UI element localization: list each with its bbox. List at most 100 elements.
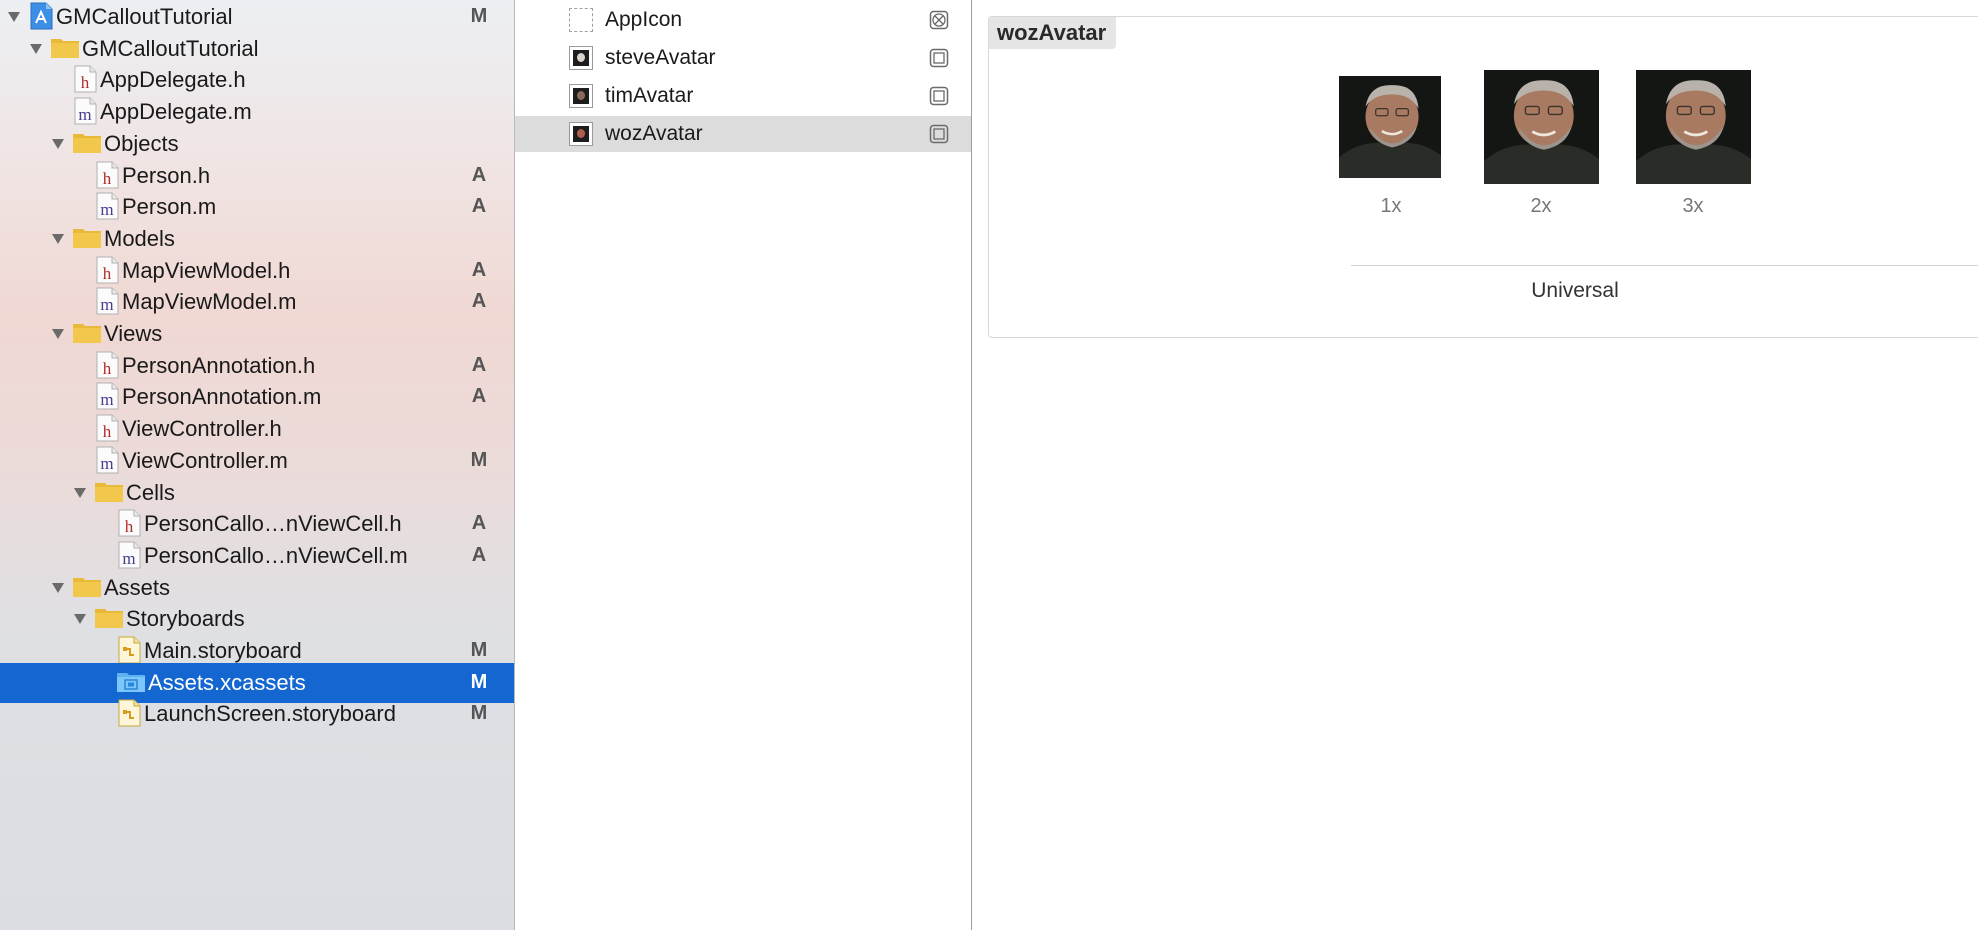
project-navigator: GMCalloutTutorial M GMCalloutTutorial h AppD… (0, 0, 515, 930)
disclosure-triangle-icon[interactable] (6, 9, 22, 25)
svg-text:m: m (122, 549, 135, 568)
svg-text:h: h (103, 359, 112, 378)
disclosure-triangle-icon[interactable] (50, 231, 66, 247)
image-set-panel: wozAvatar 1x 2x 3x Universal (988, 16, 1978, 338)
folder-icon (50, 35, 80, 59)
image-thumbnail (569, 46, 593, 70)
navigator-item-label: Cells (126, 480, 175, 505)
navigator-item-label: Assets.xcassets (148, 670, 306, 695)
folder-icon (72, 320, 102, 344)
source-control-status-badge: M (470, 639, 488, 661)
navigator-item-label: GMCalloutTutorial (82, 36, 259, 61)
disclosure-triangle-icon[interactable] (28, 41, 44, 57)
navigator-item-label: ViewController.h (122, 416, 282, 441)
svg-text:m: m (78, 105, 91, 124)
image-thumbnail (569, 84, 593, 108)
asset-name: AppIcon (605, 8, 683, 31)
implementation-file-icon: m (72, 97, 98, 125)
slot-1x-image[interactable] (1339, 76, 1441, 178)
source-control-status-badge: A (471, 512, 487, 534)
navigator-item-label: AppDelegate.h (100, 67, 246, 92)
implementation-file-icon: m (94, 446, 120, 474)
asset-row[interactable]: wozAvatar (515, 116, 971, 152)
svg-text:m: m (100, 200, 113, 219)
asset-row[interactable]: steveAvatar (515, 40, 971, 76)
svg-text:m: m (100, 390, 113, 409)
source-control-status-badge: M (470, 702, 488, 724)
source-control-status-badge: M (470, 449, 488, 471)
app-icon-placeholder-icon (569, 8, 593, 32)
asset-name: steveAvatar (605, 46, 716, 69)
storyboard-file-icon (116, 636, 142, 664)
navigator-item-label: PersonCallo…nViewCell.h (144, 511, 402, 536)
source-control-status-badge: A (471, 259, 487, 281)
navigator-item-label: PersonCallo…nViewCell.m (144, 543, 408, 568)
implementation-file-icon: m (94, 287, 120, 315)
svg-text:h: h (103, 422, 112, 441)
disclosure-triangle-icon[interactable] (50, 326, 66, 342)
navigator-item-label: AppDelegate.m (100, 99, 252, 124)
xcode-project-icon (28, 2, 54, 30)
slot-3x-image[interactable] (1636, 70, 1751, 184)
device-group-divider (1351, 265, 1978, 266)
navigator-item-label: LaunchScreen.storyboard (144, 701, 396, 726)
folder-icon (72, 574, 102, 598)
navigator-item-label: GMCalloutTutorial (56, 4, 233, 29)
navigator-item-label: MapViewModel.h (122, 258, 291, 283)
image-thumbnail (569, 122, 593, 146)
disclosure-triangle-icon[interactable] (50, 580, 66, 596)
svg-text:m: m (100, 295, 113, 314)
svg-text:h: h (125, 517, 134, 536)
navigator-item-label: Views (104, 321, 163, 346)
implementation-file-icon: m (94, 192, 120, 220)
folder-icon (72, 225, 102, 249)
image-set-icon (929, 124, 949, 144)
implementation-file-icon: m (94, 382, 120, 410)
slot-2x-image[interactable] (1484, 70, 1599, 184)
source-control-status-badge: M (470, 671, 488, 693)
header-file-icon: h (94, 351, 120, 379)
slot-2x-label: 2x (1530, 195, 1552, 217)
asset-row[interactable]: timAvatar (515, 78, 971, 114)
navigator-item-label: ViewController.m (122, 448, 288, 473)
folder-icon (94, 479, 124, 503)
svg-text:h: h (103, 264, 112, 283)
folder-icon (94, 605, 124, 629)
disclosure-triangle-icon[interactable] (72, 611, 88, 627)
navigator-item-label: Person.m (122, 194, 217, 219)
source-control-status-badge: A (471, 354, 487, 376)
image-set-icon (929, 86, 949, 106)
storyboard-file-icon (116, 699, 142, 727)
disclosure-triangle-icon[interactable] (50, 136, 66, 152)
navigator-item-label: PersonAnnotation.m (122, 384, 322, 409)
asset-catalog-icon (116, 669, 146, 693)
source-control-status-badge: A (471, 544, 487, 566)
implementation-file-icon: m (116, 541, 142, 569)
header-file-icon: h (116, 509, 142, 537)
image-set-icon (929, 48, 949, 68)
header-file-icon: h (94, 161, 120, 189)
asset-name: timAvatar (605, 84, 694, 107)
asset-name: wozAvatar (605, 122, 703, 145)
source-control-status-badge: A (471, 164, 487, 186)
source-control-status-badge: A (471, 290, 487, 312)
navigator-item-label: Models (104, 226, 175, 251)
asset-editor: wozAvatar 1x 2x 3x Universal (972, 0, 1978, 930)
navigator-item-label: Person.h (122, 163, 211, 188)
navigator-file-row[interactable]: LaunchScreen.storyboard M (0, 694, 514, 734)
slot-3x-label: 3x (1682, 195, 1704, 217)
svg-text:h: h (103, 169, 112, 188)
svg-text:m: m (100, 454, 113, 473)
disclosure-triangle-icon[interactable] (72, 485, 88, 501)
folder-icon (72, 130, 102, 154)
header-file-icon: h (72, 65, 98, 93)
navigator-item-label: Assets (104, 575, 171, 600)
svg-text:h: h (81, 73, 90, 92)
source-control-status-badge: A (471, 385, 487, 407)
image-set-name[interactable]: wozAvatar (989, 17, 1117, 49)
device-group-label: Universal (1531, 279, 1619, 302)
header-file-icon: h (94, 256, 120, 284)
slot-1x-label: 1x (1380, 195, 1402, 217)
asset-row[interactable]: AppIcon (515, 2, 971, 38)
navigator-item-label: PersonAnnotation.h (122, 353, 316, 378)
